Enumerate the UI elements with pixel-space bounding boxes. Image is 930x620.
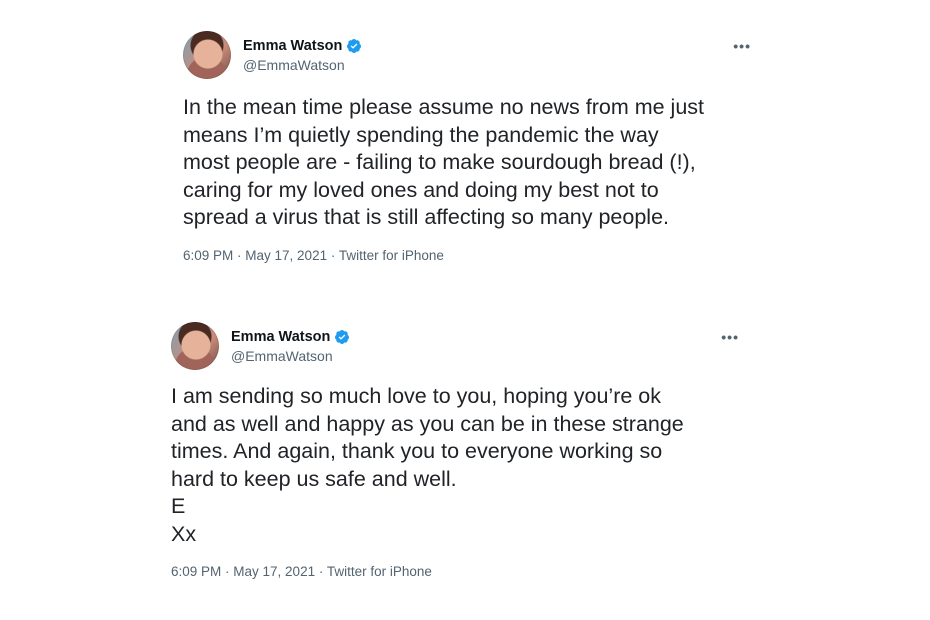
- meta-separator: ·: [221, 564, 234, 579]
- author-info: Emma Watson @EmmaWatson: [231, 329, 350, 364]
- author-info: Emma Watson @EmmaWatson: [243, 38, 362, 73]
- meta-separator: ·: [327, 247, 339, 263]
- tweet-meta: 6:09 PM · May 17, 2021 · Twitter for iPh…: [183, 248, 763, 263]
- tweet-time[interactable]: 6:09 PM: [171, 564, 221, 579]
- name-row: Emma Watson: [243, 38, 362, 54]
- tweet-text: I am sending so much love to you, hoping…: [171, 384, 684, 546]
- meta-separator: ·: [233, 247, 246, 263]
- tweet-text: In the mean time please assume no news f…: [183, 95, 705, 229]
- avatar[interactable]: [171, 322, 219, 370]
- tweet-card[interactable]: Emma Watson @EmmaWatson ••• I am sending…: [171, 321, 751, 579]
- tweet-header: Emma Watson @EmmaWatson: [171, 321, 751, 371]
- handle[interactable]: @EmmaWatson: [243, 57, 362, 73]
- meta-separator: ·: [315, 564, 327, 579]
- tweet-date[interactable]: May 17, 2021: [245, 248, 327, 263]
- avatar[interactable]: [183, 31, 231, 79]
- handle[interactable]: @EmmaWatson: [231, 348, 350, 364]
- name-row: Emma Watson: [231, 329, 350, 345]
- verified-badge-icon: [347, 38, 362, 53]
- tweet-source[interactable]: Twitter for iPhone: [339, 248, 444, 263]
- display-name[interactable]: Emma Watson: [243, 38, 342, 54]
- more-horizontal-icon[interactable]: •••: [721, 329, 739, 345]
- more-horizontal-icon[interactable]: •••: [733, 38, 751, 54]
- verified-badge-icon: [335, 329, 350, 344]
- tweet-meta: 6:09 PM · May 17, 2021 · Twitter for iPh…: [171, 564, 751, 579]
- tweet-source[interactable]: Twitter for iPhone: [327, 564, 432, 579]
- display-name[interactable]: Emma Watson: [231, 329, 330, 345]
- tweet-date[interactable]: May 17, 2021: [233, 564, 315, 579]
- tweet-header: Emma Watson @EmmaWatson: [183, 30, 763, 80]
- tweet-card[interactable]: Emma Watson @EmmaWatson ••• In the mean …: [183, 30, 763, 263]
- tweet-time[interactable]: 6:09 PM: [183, 248, 233, 263]
